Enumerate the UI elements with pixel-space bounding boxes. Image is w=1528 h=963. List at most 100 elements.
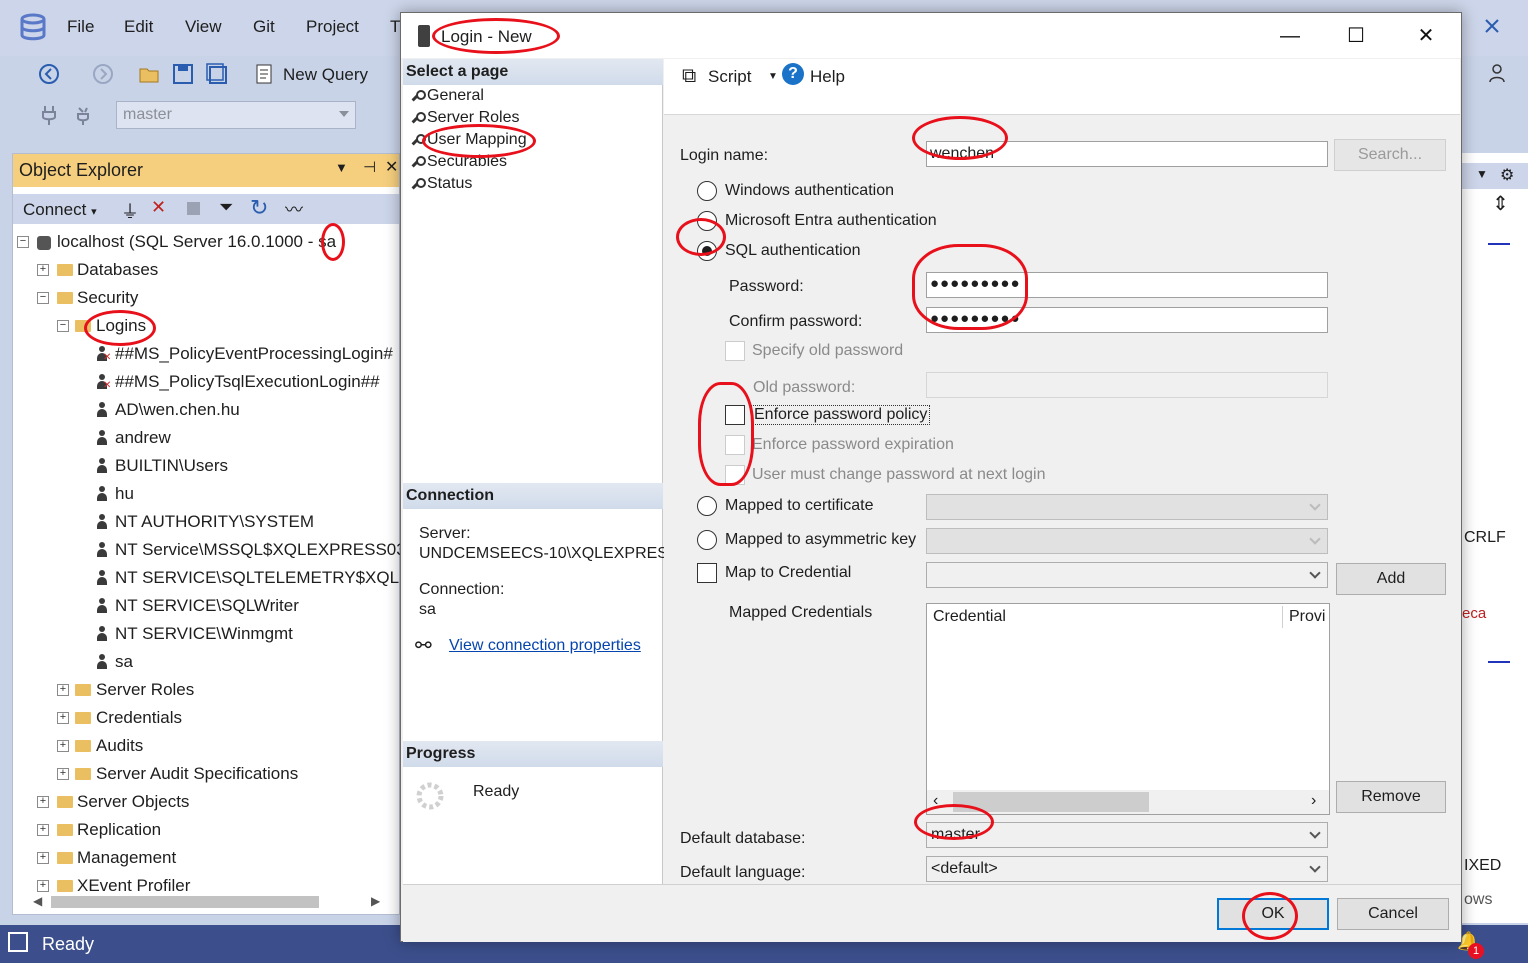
mapped-credentials-grid[interactable]: Credential Provi ‹ › (926, 603, 1330, 815)
remove-button[interactable]: Remove (1336, 781, 1446, 813)
save-all-icon[interactable] (206, 63, 228, 85)
panel-dropdown-icon[interactable]: ▼ (335, 160, 348, 175)
connection-value: sa (419, 601, 436, 618)
grid-horizontal-scrollbar[interactable]: ‹ › (927, 790, 1329, 814)
help-button[interactable]: Help (810, 67, 845, 87)
credential-combo[interactable] (926, 562, 1328, 588)
collapse-icon[interactable]: − (37, 292, 49, 304)
confirm-password-input[interactable]: ●●●●●●●●● (926, 307, 1328, 333)
menu-project[interactable]: Project (306, 17, 359, 37)
notification-count-badge: 1 (1468, 943, 1484, 959)
expand-icon[interactable]: + (57, 740, 69, 752)
save-icon[interactable] (172, 63, 194, 85)
cancel-button[interactable]: Cancel (1337, 898, 1449, 930)
back-icon[interactable] (38, 63, 60, 85)
wrench-icon (411, 156, 426, 167)
new-query-icon[interactable] (254, 63, 276, 85)
disconnect-icon[interactable]: ✕ (151, 197, 166, 218)
script-icon[interactable]: ⧉ (682, 65, 696, 88)
collapse-icon[interactable]: − (57, 320, 69, 332)
expand-icon[interactable]: + (37, 880, 49, 892)
scroll-left-icon[interactable]: ‹ (933, 792, 938, 810)
windows-auth-radio[interactable] (697, 181, 717, 201)
minimize-button[interactable]: — (1267, 21, 1313, 51)
view-connection-properties-link[interactable]: View connection properties (449, 637, 641, 655)
default-database-combo[interactable]: master (926, 822, 1328, 848)
line-ending-label: CRLF (1464, 529, 1506, 546)
menu-git[interactable]: Git (253, 17, 275, 37)
disconnect-plug-icon[interactable] (74, 104, 96, 126)
folder-icon (75, 740, 91, 752)
expand-icon[interactable]: + (37, 852, 49, 864)
expand-icon[interactable]: + (37, 824, 49, 836)
available-databases-combo[interactable]: master (116, 101, 356, 129)
page-item-user-mapping[interactable]: User Mapping (427, 131, 527, 149)
enforce-policy-checkbox[interactable] (725, 405, 745, 425)
menu-tools[interactable]: T (390, 17, 400, 37)
activity-monitor-icon[interactable]: 〰 (285, 196, 303, 222)
chevron-down-icon (1309, 567, 1321, 579)
specify-old-password-checkbox[interactable] (725, 341, 745, 361)
close-dialog-button[interactable]: ✕ (1403, 21, 1449, 51)
filter-icon[interactable]: ⏷ (219, 197, 233, 218)
certificate-combo[interactable] (926, 494, 1328, 520)
old-password-input[interactable] (926, 372, 1328, 398)
confirm-password-value: ●●●●●●●●● (930, 310, 1021, 327)
script-button[interactable]: Script (708, 67, 751, 87)
old-password-label: Old password: (753, 379, 856, 396)
login-name-input[interactable]: wenchen (926, 141, 1328, 167)
close-icon[interactable] (1484, 18, 1500, 34)
sql-auth-radio[interactable] (697, 241, 717, 261)
refresh-icon[interactable]: ↻ (250, 195, 268, 221)
dialog-left-pane: Select a page General Server Roles User Ma… (403, 59, 668, 884)
expand-icon[interactable]: + (37, 264, 49, 276)
pin-icon[interactable]: ⊣ (363, 158, 376, 176)
script-dropdown-icon[interactable]: ▼ (768, 71, 778, 82)
expand-icon[interactable]: + (57, 712, 69, 724)
connect-icon[interactable]: ⏚ (121, 198, 139, 224)
feedback-icon[interactable] (1488, 62, 1510, 84)
page-item-server-roles[interactable]: Server Roles (427, 109, 519, 127)
scroll-right-icon[interactable]: › (1311, 792, 1316, 810)
connect-plug-icon[interactable] (38, 104, 60, 126)
page-item-securables[interactable]: Securables (427, 153, 507, 171)
gear-icon[interactable]: ⚙ (1500, 165, 1514, 185)
dropdown-icon[interactable]: ▼ (1476, 167, 1488, 181)
enforce-expiration-checkbox[interactable] (725, 435, 745, 455)
entra-auth-radio[interactable] (697, 211, 717, 231)
menu-file[interactable]: File (67, 17, 94, 37)
scroll-marker (1488, 243, 1510, 245)
grid-scroll-thumb[interactable] (953, 792, 1149, 812)
horizontal-scroll-thumb[interactable] (51, 896, 319, 908)
connect-button[interactable]: Connect ▾ (23, 200, 97, 220)
stop-icon[interactable] (187, 202, 200, 215)
forward-icon[interactable] (92, 63, 114, 85)
expand-icon[interactable]: + (37, 796, 49, 808)
menu-edit[interactable]: Edit (124, 17, 153, 37)
scroll-left-icon[interactable]: ◀ (33, 894, 42, 908)
default-language-combo[interactable]: <default> (926, 856, 1328, 882)
logins-label: Logins (96, 316, 147, 335)
open-folder-icon[interactable] (138, 63, 160, 85)
asym-key-combo[interactable] (926, 528, 1328, 554)
add-button[interactable]: Add (1336, 563, 1446, 595)
help-icon[interactable]: ? (782, 63, 804, 85)
new-query-button[interactable]: New Query (283, 65, 368, 85)
scroll-right-icon[interactable]: ▶ (371, 894, 380, 908)
mapped-certificate-radio[interactable] (697, 496, 717, 516)
must-change-checkbox[interactable] (725, 465, 745, 485)
password-input[interactable]: ●●●●●●●●● (926, 272, 1328, 298)
page-item-status[interactable]: Status (427, 175, 472, 193)
search-button[interactable]: Search... (1334, 139, 1446, 171)
split-icon[interactable]: ⇕ (1492, 191, 1509, 216)
ok-button[interactable]: OK (1217, 898, 1329, 930)
collapse-icon[interactable]: − (17, 236, 29, 248)
mapped-asym-key-radio[interactable] (697, 530, 717, 550)
page-item-general[interactable]: General (427, 87, 484, 105)
map-credential-checkbox[interactable] (697, 563, 717, 583)
menu-view[interactable]: View (185, 17, 222, 37)
expand-icon[interactable]: + (57, 684, 69, 696)
close-panel-icon[interactable]: ✕ (385, 157, 398, 177)
maximize-button[interactable]: ☐ (1333, 21, 1379, 51)
expand-icon[interactable]: + (57, 768, 69, 780)
